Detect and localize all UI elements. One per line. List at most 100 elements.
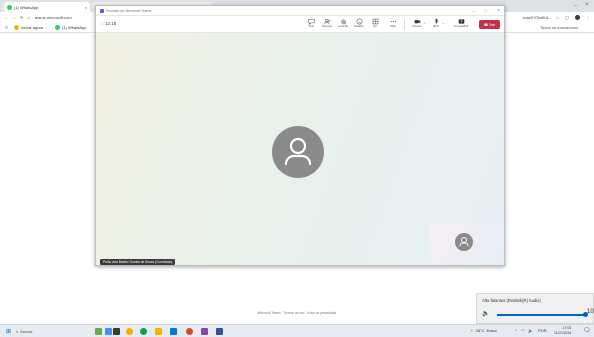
widgets-icon[interactable] (95, 328, 102, 335)
weather-temp: 28°C (475, 328, 485, 333)
meeting-toolbar: ◌ 12:18 Chat Pessoas Levantar Reação Ver… (96, 16, 504, 33)
participant-name-label: Profa. Ana Beatriz Gomes de Souza (Convi… (100, 259, 176, 265)
search-icon: ⌕ (16, 328, 19, 334)
bookmark-item[interactable]: Iniciar agora (14, 25, 43, 30)
address-bar-tail[interactable]: cola/0?Obtiti A... (522, 15, 551, 20)
toolbar-label: Levantar (337, 25, 349, 28)
window-minimize-icon[interactable]: – (574, 3, 577, 9)
menu-icon[interactable]: ⋮ (586, 15, 590, 20)
window-close-icon[interactable]: × (585, 2, 589, 8)
task-view-icon[interactable] (105, 328, 112, 335)
more-icon (390, 20, 396, 23)
volume-slider-track[interactable] (497, 312, 588, 317)
weather-label: Ensol. (486, 328, 498, 333)
view-button[interactable]: Ver (368, 18, 382, 31)
star-icon[interactable]: ☆ (556, 15, 560, 20)
speaker-icon[interactable]: 🔈 (482, 310, 489, 317)
volume-level: 100 (587, 309, 594, 315)
self-avatar (455, 233, 473, 251)
profile-avatar[interactable] (575, 14, 580, 21)
notification-icon[interactable]: 🗨 (583, 327, 591, 334)
mic-options-chevron-icon[interactable]: ⌄ (442, 21, 445, 25)
camera-button[interactable]: Câmera (410, 18, 424, 31)
leave-button[interactable]: ☎ Sair (479, 20, 500, 29)
person-icon (284, 137, 312, 166)
window-minimize-icon[interactable]: – (472, 8, 474, 13)
audio-device-name[interactable]: Alto-falantes (Realtek(R) Audio) (482, 298, 541, 303)
person-icon (459, 237, 469, 247)
tab-close-icon[interactable]: × (85, 5, 87, 10)
bookmark-icon (14, 25, 19, 30)
store-icon[interactable] (170, 328, 177, 335)
hang-up-icon: ☎ (483, 22, 489, 27)
toolbar-label: Pessoas (322, 25, 332, 28)
volume-slider-fill (497, 314, 585, 316)
edge-icon[interactable] (140, 328, 147, 335)
mic-button[interactable]: Micro (429, 18, 443, 31)
weather-widget[interactable]: ☀ 28°C Ensol. (470, 328, 498, 333)
toolbar-label: Câmera (412, 25, 422, 28)
address-bar[interactable]: teams.microsoft.com (35, 15, 72, 20)
bookmark-label: (1) WhatsApp (62, 25, 87, 30)
explorer-icon[interactable] (113, 328, 120, 335)
share-button[interactable]: Compartilhar (452, 18, 470, 31)
people-button[interactable]: Pessoas (320, 18, 334, 31)
teams-icon (100, 8, 104, 13)
folder-icon[interactable] (155, 328, 162, 335)
hand-icon (340, 19, 346, 25)
bookmark-folder[interactable]: Todos os marcadores (540, 25, 578, 30)
react-button[interactable]: Reação (352, 18, 366, 31)
tab-label: (1) WhatsApp (14, 4, 39, 10)
search-placeholder: Buscar (20, 328, 33, 334)
toolbar-label: Chat (308, 25, 314, 28)
tab-whatsapp[interactable]: (1) WhatsApp × (4, 2, 90, 12)
meeting-window-title: Reunião de Microsoft Teams (106, 8, 152, 13)
toolbar-label: Mais (390, 25, 396, 28)
share-icon (458, 19, 464, 24)
raise-hand-button[interactable]: Levantar (336, 18, 350, 31)
windows-start-icon[interactable]: ⊞ (6, 328, 11, 335)
chat-button[interactable]: Chat (304, 18, 318, 31)
bookmark-item[interactable]: (1) WhatsApp (55, 25, 86, 30)
reload-icon[interactable]: ⟳ (20, 15, 23, 20)
toolbar-label: Reação (354, 25, 364, 28)
camera-icon (414, 20, 420, 24)
window-close-icon[interactable]: × (497, 8, 500, 14)
shield-icon: ◌ (101, 21, 104, 26)
volume-flyout: Alto-falantes (Realtek(R) Audio) 🔈 100 (476, 293, 594, 324)
wifi-icon[interactable]: ◠ (521, 328, 525, 333)
taskbar-search[interactable]: ⌕ Buscar (16, 327, 76, 335)
whatsapp-icon (7, 4, 12, 10)
back-icon[interactable]: ← (4, 15, 8, 20)
teams-meeting-window: Reunião de Microsoft Teams – □ × ◌ 12:18… (95, 5, 505, 266)
view-icon (372, 18, 378, 25)
toolbar-label: Micro (432, 25, 440, 28)
meeting-timer-text: 12:18 (104, 21, 117, 26)
windows-taskbar: ⊞ ⌕ Buscar ☀ 28°C Ensol. ^ ◠ 🔈 POR 17:04… (0, 324, 594, 337)
app-icon[interactable] (216, 328, 223, 335)
leave-label: Sair (489, 22, 496, 27)
home-icon[interactable]: ⌂ (27, 15, 29, 20)
toolbar-label: Compartilhar (453, 25, 469, 28)
app-icon[interactable] (201, 328, 208, 335)
speaker-icon[interactable]: 🔈 (528, 328, 533, 333)
more-button[interactable]: Mais (386, 18, 400, 31)
app-icon[interactable] (186, 328, 193, 335)
tray-chevron-icon[interactable]: ^ (515, 328, 517, 333)
self-view-tile[interactable] (430, 223, 502, 263)
extensions-icon[interactable]: ▢ (565, 15, 569, 20)
clock[interactable]: 17:04 11/07/2024 (554, 326, 571, 335)
clock-date: 11/07/2024 (554, 330, 572, 335)
language-indicator[interactable]: POR (538, 328, 547, 333)
window-maximize-icon[interactable]: □ (485, 8, 487, 13)
chrome-icon[interactable] (126, 328, 133, 335)
apps-icon[interactable]: ⠿ (5, 25, 8, 30)
meeting-timer: ◌ 12:18 (101, 21, 116, 26)
bookmark-label: Iniciar agora (21, 25, 44, 30)
mic-icon (434, 18, 438, 25)
whatsapp-icon (55, 25, 60, 30)
camera-options-chevron-icon[interactable]: ⌄ (423, 21, 426, 25)
meeting-stage: Profa. Ana Beatriz Gomes de Souza (Convi… (96, 33, 504, 265)
forward-icon[interactable]: → (12, 15, 16, 20)
meeting-window-titlebar: Reunião de Microsoft Teams – □ × (96, 6, 504, 16)
